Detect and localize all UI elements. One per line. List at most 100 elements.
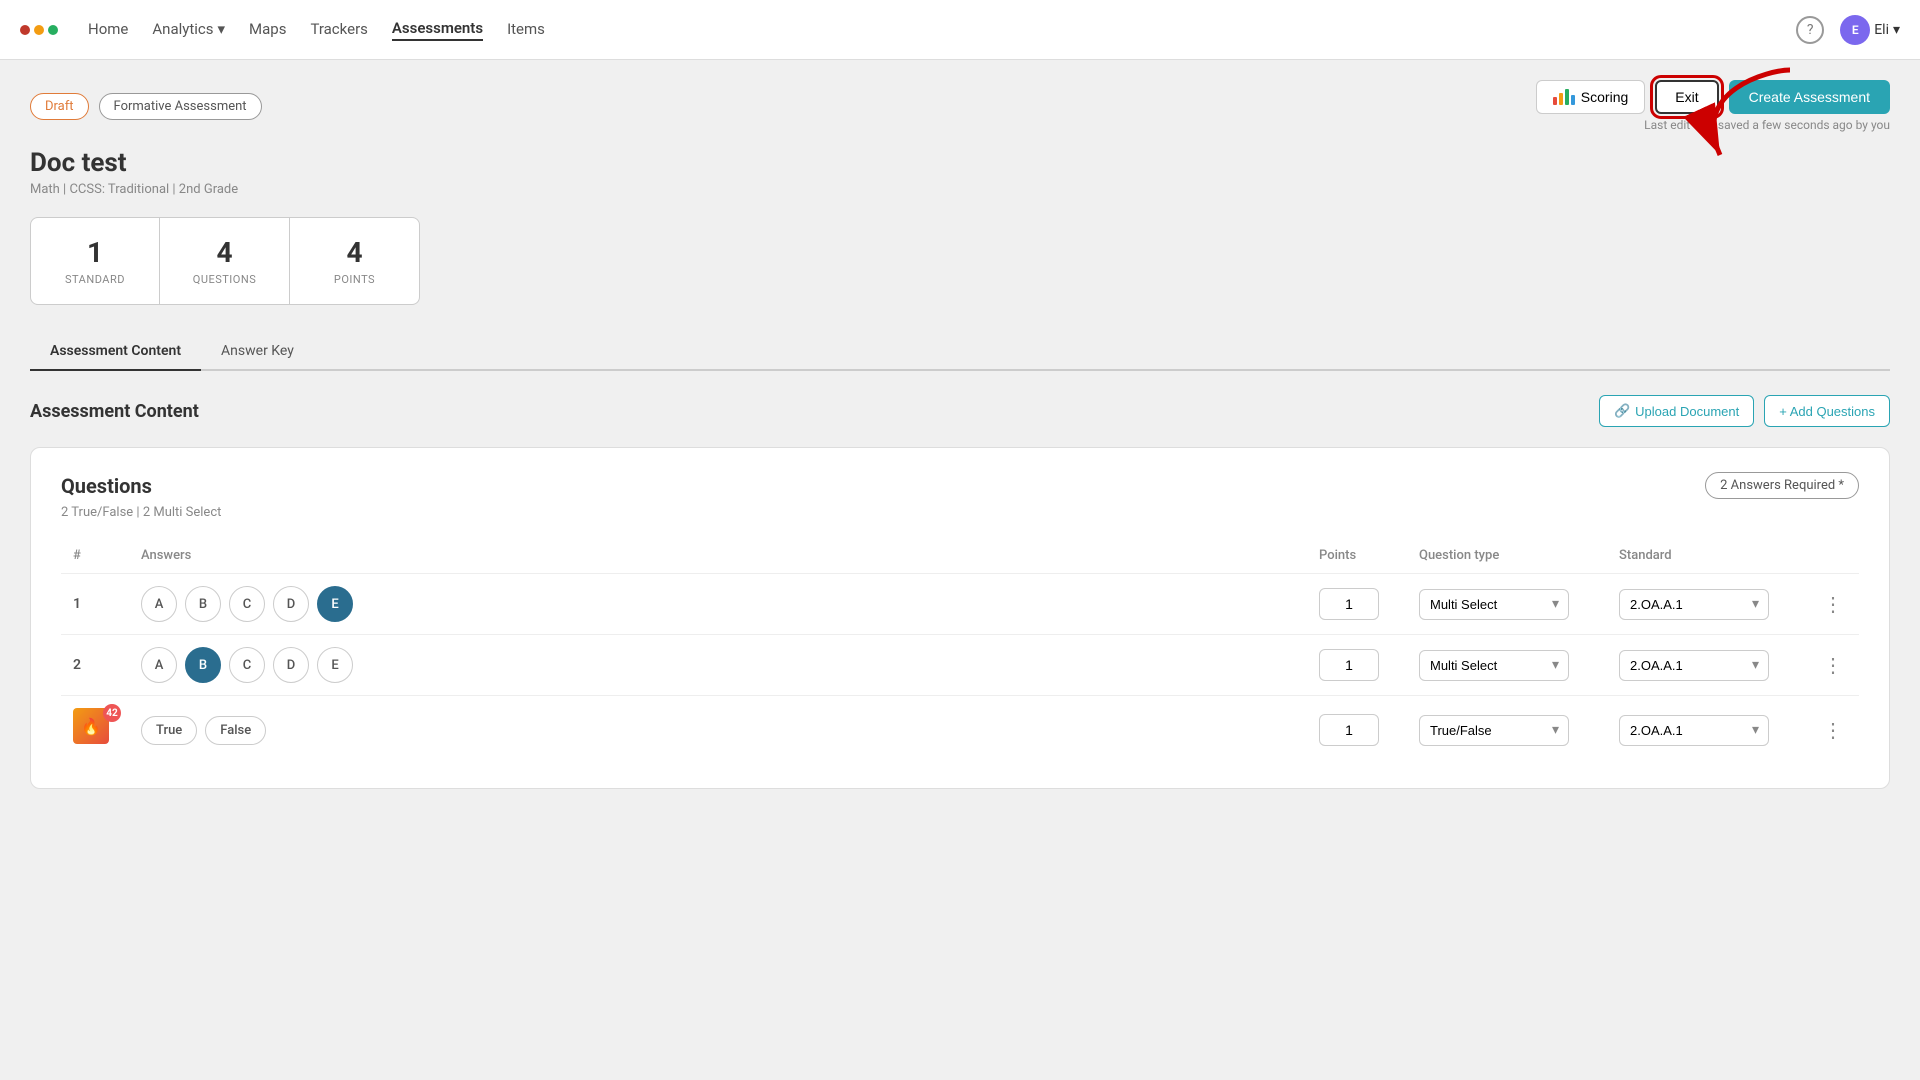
row2-points <box>1307 635 1407 696</box>
question-type-select-row1[interactable]: Multi Select True/False Multiple Choice <box>1419 589 1569 620</box>
nav-maps[interactable]: Maps <box>249 20 286 40</box>
answers-required-badge: 2 Answers Required * <box>1705 472 1859 499</box>
row2-answers: A B C D E <box>129 635 1307 696</box>
nav-home[interactable]: Home <box>88 20 128 40</box>
row3-answers: True False <box>129 696 1307 765</box>
questions-subtitle: 2 True/False | 2 Multi Select <box>61 505 1859 520</box>
standard-select-row3[interactable]: 2.OA.A.1 <box>1619 715 1769 746</box>
avatar: E <box>1840 15 1870 45</box>
navbar: Home Analytics ▾ Maps Trackers Assessmen… <box>0 0 1920 60</box>
page: Draft Formative Assessment <box>0 60 1920 809</box>
standard-select-row1-wrap: 2.OA.A.1 <box>1619 589 1769 620</box>
answer-circle-A[interactable]: A <box>141 586 177 622</box>
row1-points <box>1307 574 1407 635</box>
answer-circle-D[interactable]: D <box>273 586 309 622</box>
questions-title: Questions <box>61 474 152 498</box>
stat-points: 4 POINTS <box>290 217 420 305</box>
question-type-select-row3[interactable]: True/False Multi Select <box>1419 715 1569 746</box>
stat-questions: 4 QUESTIONS <box>160 217 290 305</box>
points-input-row2[interactable] <box>1319 649 1379 681</box>
streak-container: 🔥 42 <box>73 708 117 752</box>
row1-more: ⋮ <box>1807 574 1859 635</box>
doc-meta: Math | CCSS: Traditional | 2nd Grade <box>30 182 1890 197</box>
upload-icon: 🔗 <box>1614 403 1630 419</box>
table-row: 2 A B C D E <box>61 635 1859 696</box>
row1-standard: 2.OA.A.1 <box>1607 574 1807 635</box>
row2-num: 2 <box>61 635 129 696</box>
logo-dot-red <box>20 25 30 35</box>
tab-answer-key[interactable]: Answer Key <box>201 333 314 371</box>
create-assessment-button[interactable]: Create Assessment <box>1729 80 1890 114</box>
user-name: Eli <box>1874 22 1889 38</box>
question-type-select-row3-wrap: True/False Multi Select <box>1419 715 1569 746</box>
standard-select-row2[interactable]: 2.OA.A.1 <box>1619 650 1769 681</box>
answer-circle-D[interactable]: D <box>273 647 309 683</box>
row2-question-type: Multi Select True/False <box>1407 635 1607 696</box>
scoring-button[interactable]: Scoring <box>1536 80 1645 114</box>
section-title: Assessment Content <box>30 401 199 422</box>
standard-select-row3-wrap: 2.OA.A.1 <box>1619 715 1769 746</box>
user-chevron-icon: ▾ <box>1893 22 1900 38</box>
table-row: 🔥 42 True False <box>61 696 1859 765</box>
row3-more: ⋮ <box>1807 696 1859 765</box>
more-menu-row3[interactable]: ⋮ <box>1819 718 1847 743</box>
doc-title: Doc test <box>30 148 1890 178</box>
col-standard: Standard <box>1607 538 1807 574</box>
questions-table: # Answers Points Question type Standard … <box>61 538 1859 764</box>
nav-trackers[interactable]: Trackers <box>310 20 367 40</box>
top-actions: Scoring Exit Create Assessment <box>1536 80 1890 114</box>
answer-circle-A[interactable]: A <box>141 647 177 683</box>
answer-false[interactable]: False <box>205 716 266 745</box>
more-menu-row2[interactable]: ⋮ <box>1819 653 1847 678</box>
row1-question-type: Multi Select True/False Multiple Choice <box>1407 574 1607 635</box>
stats-row: 1 STANDARD 4 QUESTIONS 4 POINTS <box>30 217 1890 305</box>
nav-assessments[interactable]: Assessments <box>392 19 483 41</box>
questions-card: Questions 2 Answers Required * 2 True/Fa… <box>30 447 1890 789</box>
standard-count: 1 <box>61 236 129 269</box>
top-actions-container: Scoring Exit Create Assessment Last edit… <box>1536 80 1890 132</box>
more-menu-row1[interactable]: ⋮ <box>1819 592 1847 617</box>
row3-standard: 2.OA.A.1 <box>1607 696 1807 765</box>
col-points: Points <box>1307 538 1407 574</box>
standard-select-row2-wrap: 2.OA.A.1 <box>1619 650 1769 681</box>
question-type-select-row1-wrap: Multi Select True/False Multiple Choice <box>1419 589 1569 620</box>
answer-circle-E[interactable]: E <box>317 586 353 622</box>
standard-select-row1[interactable]: 2.OA.A.1 <box>1619 589 1769 620</box>
points-count: 4 <box>320 236 389 269</box>
row3-points <box>1307 696 1407 765</box>
user-menu[interactable]: E Eli ▾ <box>1840 15 1900 45</box>
points-input-row3[interactable] <box>1319 714 1379 746</box>
logo <box>20 25 58 35</box>
nav-items[interactable]: Items <box>507 20 545 40</box>
badge-group: Draft Formative Assessment <box>30 93 262 120</box>
top-bar: Draft Formative Assessment <box>30 80 1890 132</box>
row2-standard: 2.OA.A.1 <box>1607 635 1807 696</box>
answer-circle-E[interactable]: E <box>317 647 353 683</box>
question-type-select-row2-wrap: Multi Select True/False <box>1419 650 1569 681</box>
row1-num: 1 <box>61 574 129 635</box>
answers-required-text: 2 Answers Required * <box>1720 478 1844 493</box>
answer-circle-B[interactable]: B <box>185 647 221 683</box>
question-type-select-row2[interactable]: Multi Select True/False <box>1419 650 1569 681</box>
answer-true[interactable]: True <box>141 716 197 745</box>
section-header: Assessment Content 🔗 Upload Document + A… <box>30 395 1890 427</box>
answer-circle-B[interactable]: B <box>185 586 221 622</box>
save-note: Last edit was saved a few seconds ago by… <box>1536 118 1890 132</box>
points-label: POINTS <box>320 273 389 286</box>
row3-num: 🔥 42 <box>61 696 129 765</box>
tab-assessment-content[interactable]: Assessment Content <box>30 333 201 371</box>
exit-button[interactable]: Exit <box>1655 80 1718 114</box>
questions-count: 4 <box>190 236 259 269</box>
answer-circle-C[interactable]: C <box>229 647 265 683</box>
add-questions-button[interactable]: + Add Questions <box>1764 395 1890 427</box>
chevron-down-icon: ▾ <box>218 20 226 38</box>
nav-right: ? E Eli ▾ <box>1796 15 1900 45</box>
upload-document-button[interactable]: 🔗 Upload Document <box>1599 395 1754 427</box>
scoring-icon <box>1553 89 1575 105</box>
tabs: Assessment Content Answer Key <box>30 333 1890 371</box>
points-input-row1[interactable] <box>1319 588 1379 620</box>
help-button[interactable]: ? <box>1796 16 1824 44</box>
nav-links: Home Analytics ▾ Maps Trackers Assessmen… <box>88 19 1766 41</box>
answer-circle-C[interactable]: C <box>229 586 265 622</box>
nav-analytics[interactable]: Analytics ▾ <box>152 20 225 40</box>
